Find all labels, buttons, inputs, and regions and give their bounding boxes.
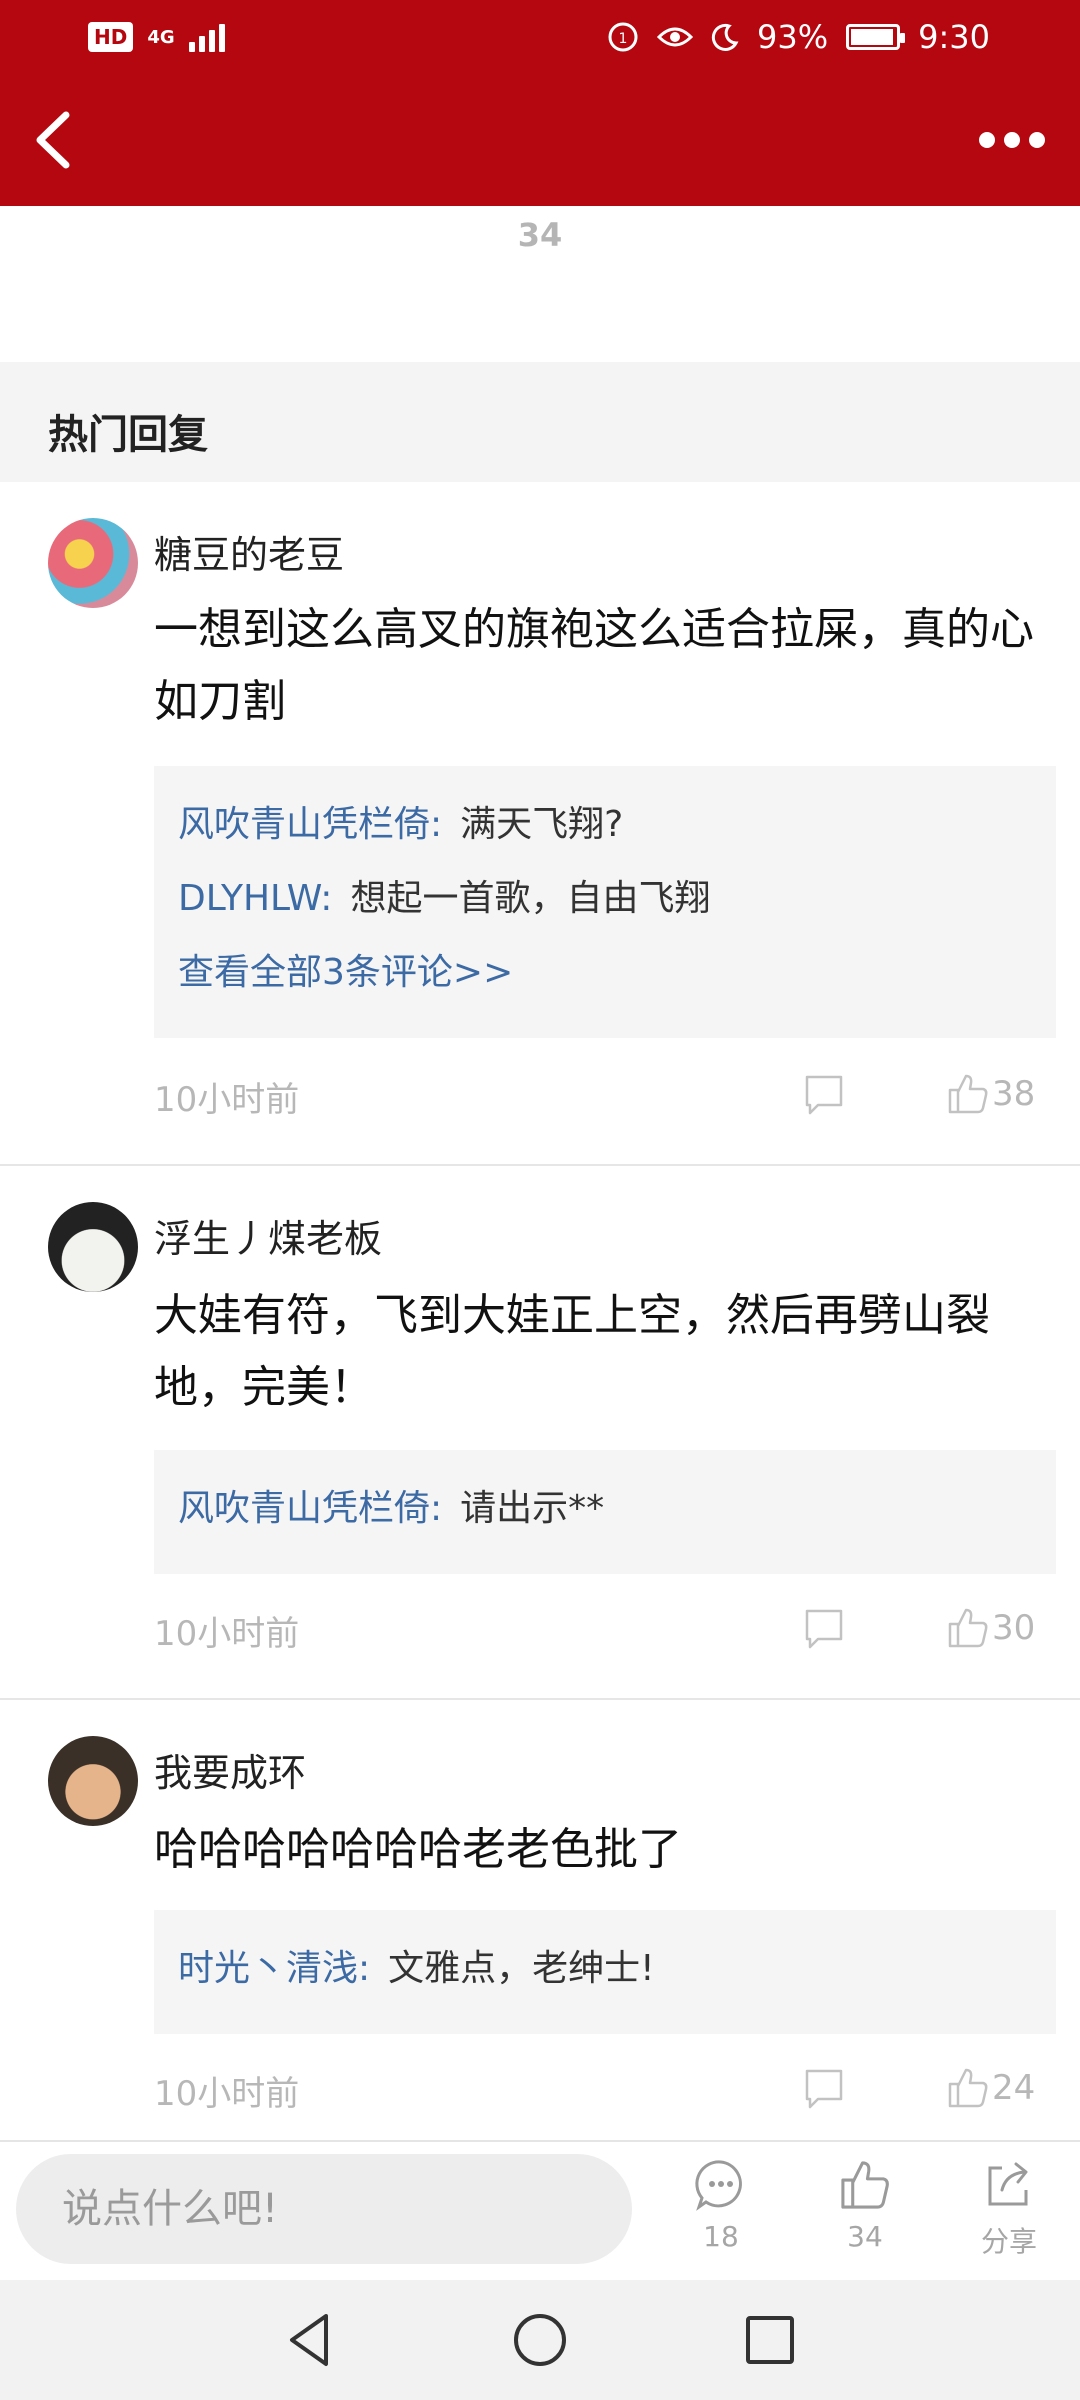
nav-back-button[interactable] (278, 2308, 342, 2372)
reply-text: 文雅点，老绅士! (388, 1948, 655, 1989)
comment-author[interactable]: 我要成环 (154, 1742, 306, 1797)
reply-author[interactable]: 风吹青山凭栏倚: (178, 804, 442, 845)
comment-meta: 10小时前 24 (154, 2066, 1035, 2116)
reply-item[interactable]: 风吹青山凭栏倚: 请出示** (178, 1472, 1032, 1546)
clock: 9:30 (918, 18, 990, 56)
like-count: 38 (992, 1074, 1036, 1114)
battery-percent: 93% (757, 18, 829, 56)
comments-button[interactable]: 18 (666, 2158, 776, 2253)
reply-text: 想起一首歌，自由飞翔 (350, 878, 711, 919)
app-header: HD 4G 1 93% 9:30 (0, 0, 1080, 206)
share-icon (988, 2162, 1028, 2206)
hd-icon: HD (88, 22, 134, 52)
network-label: 4G (147, 26, 175, 48)
share-button[interactable]: 分享 (954, 2158, 1064, 2260)
reply-author[interactable]: 风吹青山凭栏倚: (178, 1488, 442, 1529)
comment-input-bar: 说点什么吧! 18 34 分享 (0, 2140, 1080, 2280)
system-nav-bar (0, 2280, 1080, 2400)
eye-comfort-icon (657, 27, 694, 47)
reply-author[interactable]: DLYHLW: (178, 878, 332, 919)
reply-icon[interactable] (804, 2068, 844, 2110)
reply-icon[interactable] (804, 1608, 844, 1650)
divider (0, 1164, 1080, 1166)
like-button[interactable]: 24 (946, 2066, 1035, 2110)
comment-count: 18 (703, 2220, 739, 2253)
battery-icon (846, 24, 906, 50)
thumbs-up-icon (948, 1608, 988, 1648)
reply-box[interactable]: 风吹青山凭栏倚: 满天飞翔? DLYHLW: 想起一首歌，自由飞翔 查看全部3条评论… (154, 766, 1056, 1038)
reply-box[interactable]: 风吹青山凭栏倚: 请出示** (154, 1450, 1056, 1574)
signal-icon (188, 22, 225, 52)
reply-item[interactable]: 时光丶清浅: 文雅点，老绅士! (178, 1932, 1032, 2006)
nav-recents-button[interactable] (738, 2308, 802, 2372)
comment-bubble-icon (695, 2160, 742, 2211)
share-label: 分享 (980, 2225, 1037, 2258)
comment-meta: 10小时前 38 (154, 1072, 1035, 1122)
comment-time: 10小时前 (154, 1080, 300, 1120)
reply-author[interactable]: 时光丶清浅: (178, 1948, 370, 1989)
comment-time: 10小时前 (154, 2074, 300, 2114)
like-button[interactable]: 38 (946, 1072, 1035, 1116)
status-bar: HD 4G 1 93% 9:30 (0, 0, 1080, 78)
avatar[interactable] (48, 518, 138, 608)
like-button[interactable]: 30 (946, 1606, 1035, 1650)
reply-item[interactable]: DLYHLW: 想起一首歌，自由飞翔 (178, 862, 1032, 936)
nav-home-button[interactable] (508, 2308, 572, 2372)
avatar[interactable] (48, 1202, 138, 1292)
comment-author[interactable]: 糖豆的老豆 (154, 524, 344, 579)
divider (0, 1698, 1080, 1700)
reply-icon[interactable] (804, 1074, 844, 1116)
moon-icon (711, 23, 739, 51)
thumbs-up-icon (948, 2068, 988, 2108)
comment-content: 哈哈哈哈哈哈哈老老色批了 (154, 1824, 682, 1875)
like-article-button[interactable]: 34 (810, 2158, 920, 2253)
thumbs-up-icon (841, 2161, 889, 2209)
data-saver-icon: 1 (608, 22, 638, 52)
svg-text:1: 1 (619, 31, 628, 47)
comment-content: 一想到这么高叉的旗袍这么适合拉屎，真的心如刀割 (154, 604, 1034, 727)
back-button[interactable] (28, 105, 78, 175)
avatar[interactable] (48, 1736, 138, 1826)
comment-time: 10小时前 (154, 1614, 300, 1654)
article-like-count: 34 (517, 216, 563, 254)
comment-content: 大娃有符，飞到大娃正上空，然后再劈山裂地，完美！ (154, 1290, 990, 1413)
section-title: 热门回复 (48, 412, 208, 458)
comment-author[interactable]: 浮生丿煤老板 (154, 1208, 382, 1263)
view-all-replies-link[interactable]: 查看全部3条评论>> (178, 936, 1032, 1010)
more-options-button[interactable] (972, 120, 1052, 160)
comment-input[interactable]: 说点什么吧! (16, 2154, 632, 2264)
reply-text: 满天飞翔? (460, 804, 624, 845)
like-count: 24 (992, 2068, 1036, 2108)
like-count: 30 (992, 1608, 1036, 1648)
reply-box[interactable]: 时光丶清浅: 文雅点，老绅士! (154, 1910, 1056, 2034)
comment-meta: 10小时前 30 (154, 1606, 1035, 1656)
thumbs-up-icon (948, 1074, 988, 1114)
article-like-count: 34 (847, 2220, 883, 2253)
reply-text: 请出示** (460, 1488, 605, 1529)
reply-item[interactable]: 风吹青山凭栏倚: 满天飞翔? (178, 788, 1032, 862)
